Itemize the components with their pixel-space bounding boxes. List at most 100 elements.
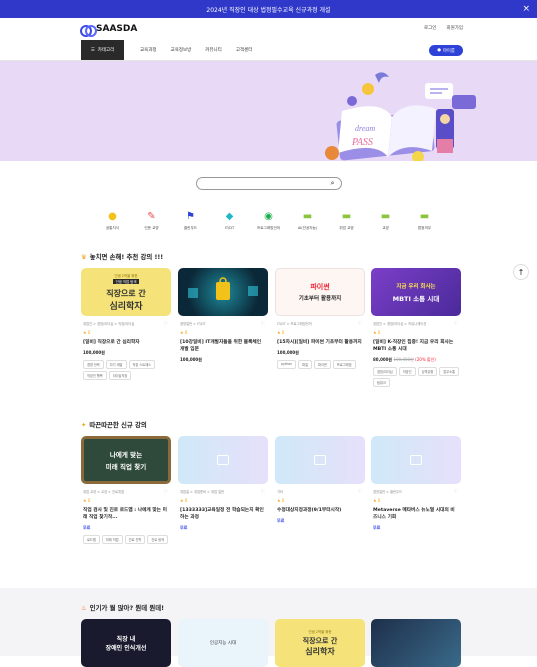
course-title[interactable]: [일비] 직장으로 간 심리학자: [81, 339, 171, 346]
course-tag[interactable]: 직장인 행복: [83, 371, 107, 380]
user-icon: ●: [437, 48, 441, 53]
course-tag[interactable]: 경영 전략: [83, 360, 104, 369]
course-card[interactable]: ♡ 경영일반 > 클린우드 ★ 0 Metaverse 메타버스 뉴노멀 시대의…: [371, 436, 461, 531]
course-title[interactable]: [15차시][일비] 파이썬 기초부터 활용까지: [275, 339, 365, 346]
category-item[interactable]: ● 공통지식: [93, 210, 132, 250]
section-title-text: 인기가 뭘 많아? 뭔데 뭔데!: [89, 604, 165, 612]
hero-dream-text: dream: [355, 124, 375, 133]
course-tag[interactable]: 미래 직업: [101, 535, 123, 544]
category-item[interactable]: ▬ AI(인공지능): [288, 210, 327, 250]
course-tag[interactable]: 로드맵: [83, 535, 100, 544]
heart-icon[interactable]: ♡: [454, 489, 458, 495]
heart-icon[interactable]: ♡: [358, 321, 362, 327]
course-card[interactable]: ♡ 취업일 > 취업준비 > 취업 일반 ★ 0 [1333333]교육일정 전…: [178, 436, 268, 531]
course-thumbnail: 나에게 맞는 미래 직업 찾기: [81, 436, 171, 484]
heart-icon[interactable]: ♡: [164, 489, 168, 495]
course-rating: ★ 0: [180, 330, 188, 335]
category-item[interactable]: ◉ 프로그래밍언어: [249, 210, 288, 250]
thumb-title: 미래 직업 찾기: [105, 463, 147, 471]
course-tag[interactable]: 진로 탐색: [147, 535, 169, 544]
heart-icon[interactable]: ♡: [261, 321, 265, 327]
course-card[interactable]: 지금 우리 회사는 MBTI 소통 시대 ♡ 취업인 > 경영/리더십 > 커뮤…: [371, 268, 461, 387]
hero-banner[interactable]: dream PASS: [0, 61, 537, 161]
course-title[interactable]: [1333333]교육일정 전 학습되는지 확인하는 과정: [178, 507, 268, 521]
course-rating: ★ 0: [277, 498, 285, 503]
category-menu-button[interactable]: ☰ 카테고리: [81, 40, 124, 60]
course-card[interactable]: 직장 내 장애인 인식개선: [81, 619, 171, 667]
site-logo[interactable]: SAASDA: [80, 24, 137, 37]
course-tag[interactable]: 파이썬: [314, 360, 331, 369]
hero-illustration: dream PASS: [325, 72, 476, 161]
heart-icon[interactable]: ♡: [261, 489, 265, 495]
thumb-title: 심리학자: [109, 301, 143, 312]
top-announcement-banner[interactable]: 2024년 직장인 대상 법정필수교육 신규과정 개설 ×: [0, 0, 537, 18]
close-icon[interactable]: ×: [522, 3, 530, 15]
my-room-label: 마이룸: [442, 48, 455, 54]
course-title[interactable]: 직업 검사 및 진로 로드맵 : 나에게 맞는 미래 직업 찾기작...: [81, 507, 171, 521]
category-item[interactable]: ▬ 법정의무: [405, 210, 444, 250]
hamburger-icon: ☰: [90, 47, 95, 53]
course-card[interactable]: 인생 2막을 위한 직장으로 간 심리학자: [275, 619, 365, 667]
hero-pass-text: PASS: [351, 137, 373, 148]
course-tag[interactable]: 진로 진학: [124, 535, 146, 544]
category-label: 인문 교양: [144, 226, 159, 230]
course-title[interactable]: Metaverse 메타버스 뉴노멀 시대의 비즈니스 기회: [371, 507, 461, 521]
course-tag[interactable]: 경영/리더십: [373, 367, 397, 376]
signup-link[interactable]: 회원가입: [446, 25, 463, 31]
login-link[interactable]: 로그인: [424, 25, 436, 31]
course-card[interactable]: 인공지능 시대: [178, 619, 268, 667]
course-tag[interactable]: 파일: [298, 360, 313, 369]
search-input[interactable]: ⌕: [195, 177, 342, 190]
carousel-next-icon[interactable]: ›: [458, 637, 460, 644]
nav-item-courses[interactable]: 교육과정: [140, 40, 157, 60]
course-title[interactable]: [10강일비] IT개발자들을 위한 블록체인 개발 입문: [178, 339, 268, 353]
blockchain-illustration: [188, 277, 258, 300]
course-tag[interactable]: 직장인: [398, 367, 416, 376]
course-tag[interactable]: 성격유형: [417, 367, 438, 376]
course-card[interactable]: 인생 2막을 위한 인생 직업 탐색 직장으로 간 심리학자 ♡ 취업인 > 경…: [81, 268, 171, 380]
heart-icon[interactable]: ♡: [164, 321, 168, 327]
original-price: 100,000원: [393, 357, 414, 362]
category-item[interactable]: ⚑ 클린우드: [171, 210, 210, 250]
course-category: 취업인 > 경영/리더십 > 직장/리더십: [83, 322, 135, 326]
course-thumbnail: [178, 268, 268, 316]
course-tag[interactable]: 리더십직장: [108, 371, 132, 380]
thumb-title: 기초부터 활용까지: [298, 296, 342, 302]
course-tag[interactable]: 업무소통: [439, 367, 460, 376]
course-tag[interactable]: 자기 계발: [105, 360, 127, 369]
category-label: 공통지식: [105, 226, 120, 230]
category-label: AI(인공지능): [297, 226, 318, 230]
course-tag[interactable]: 프로그래밍: [332, 360, 356, 369]
course-tag[interactable]: 직장 스트레스: [128, 360, 156, 369]
course-tag[interactable]: 팀워크: [373, 378, 390, 387]
course-rating: ★ 0: [373, 498, 381, 503]
search-icon[interactable]: ⌕: [331, 179, 335, 188]
course-card[interactable]: 나에게 맞는 미래 직업 찾기 ♡ 취업 교양 > 교양 > 진로취업 ★ 0 …: [81, 436, 171, 544]
thumb-title: MBTI 소통 시대: [392, 294, 440, 303]
course-card[interactable]: 파이썬 기초부터 활용까지 ♡ IT/DT > 프로그래밍언어 ★ 0 [15차…: [275, 268, 365, 369]
course-card[interactable]: ♡ 경영일반 > IT/DT ★ 0 [10강일비] IT개발자들을 위한 블록…: [178, 268, 268, 363]
category-item[interactable]: ◆ IT/DT: [210, 210, 249, 250]
category-item[interactable]: ✎ 인문 교양: [132, 210, 171, 250]
fire-icon: ♨: [81, 603, 87, 612]
course-tag[interactable]: python: [277, 360, 297, 369]
course-card[interactable]: [371, 619, 461, 667]
course-title[interactable]: [일비] K-직장인 집중! 지금 우리 회사는 MBTI 소통 시대: [371, 339, 461, 353]
my-room-button[interactable]: ● 마이룸: [429, 45, 463, 56]
thumb-title: 직장으로 간: [302, 637, 338, 645]
thumb-title: 파이썬: [310, 283, 330, 291]
course-card[interactable]: ♡ 기타 ★ 0 수정대상지정과정(9/1부터시작) 무료: [275, 436, 365, 524]
nav-item-support[interactable]: 고객센터: [236, 40, 253, 60]
nav-item-info[interactable]: 교육정보방: [171, 40, 192, 60]
category-item[interactable]: ▬ 취업 교양: [327, 210, 366, 250]
banner-text: 2024년 직장인 대상 법정필수교육 신규과정 개설: [206, 6, 331, 14]
course-title[interactable]: 수정대상지정과정(9/1부터시작): [275, 507, 365, 514]
nav-item-community[interactable]: 커뮤니티: [205, 40, 222, 60]
category-label: 클린우드: [183, 226, 198, 230]
arrow-up-icon: ↑: [517, 267, 525, 277]
heart-icon[interactable]: ♡: [358, 489, 362, 495]
scroll-to-top-button[interactable]: ↑: [513, 264, 529, 280]
category-item[interactable]: ▬ 교양: [366, 210, 405, 250]
course-thumbnail: 직장 내 장애인 인식개선: [81, 619, 171, 667]
heart-icon[interactable]: ♡: [454, 321, 458, 327]
